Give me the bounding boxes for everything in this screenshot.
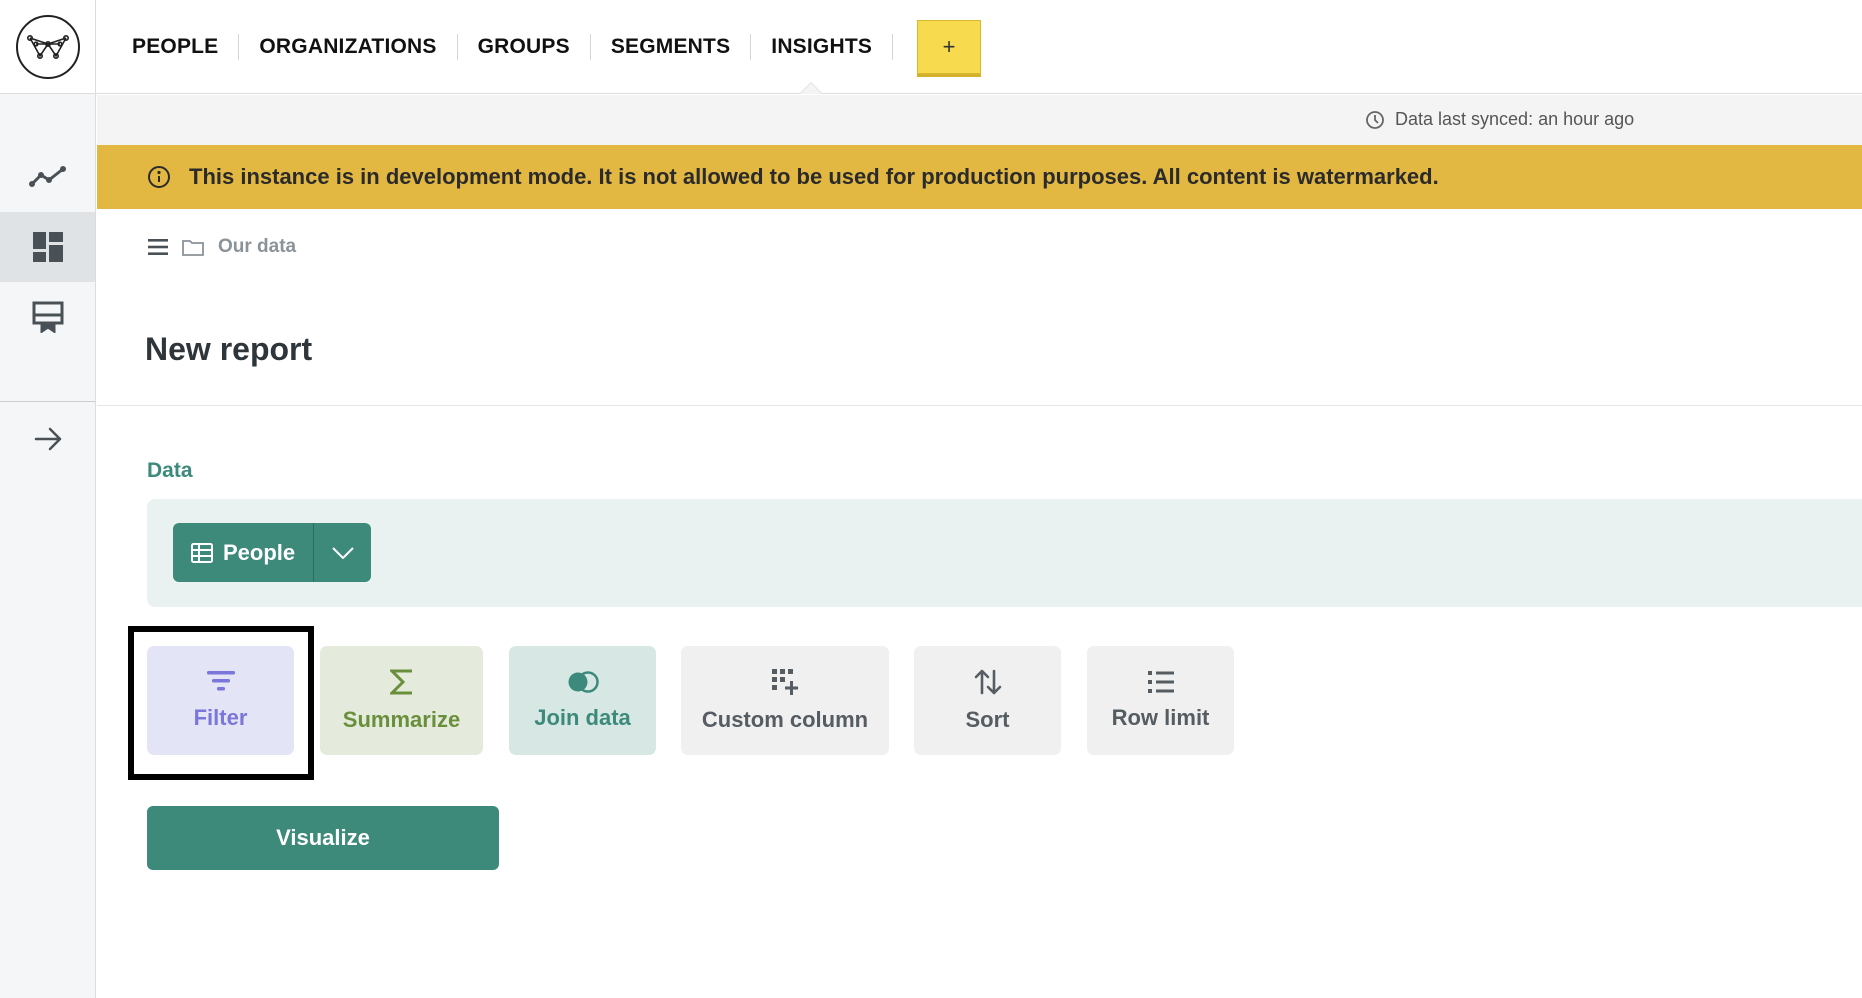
nav-item-insights[interactable]: INSIGHTS	[751, 34, 894, 60]
sidebar-item-dashboards[interactable]	[0, 212, 95, 282]
join-data-button[interactable]: Join data	[509, 646, 656, 755]
top-navigation: PEOPLE ORGANIZATIONS GROUPS SEGMENTS INS…	[0, 0, 1862, 94]
logo-mark	[15, 15, 80, 79]
dashboard-grid-icon	[32, 232, 63, 262]
custom-column-label: Custom column	[701, 706, 869, 732]
custom-column-icon	[772, 668, 798, 695]
summarize-button[interactable]: Summarize	[320, 646, 483, 755]
join-icon	[568, 670, 599, 693]
breadcrumb-folder-link[interactable]: Our data	[218, 236, 296, 258]
trend-line-icon	[28, 166, 66, 187]
data-source-panel: People	[147, 499, 1862, 607]
sigma-icon	[389, 669, 412, 694]
filter-button[interactable]: Filter	[147, 646, 294, 755]
row-limit-label: Row limit	[1111, 704, 1210, 730]
active-nav-indicator	[799, 82, 823, 94]
table-icon	[191, 542, 213, 563]
sort-label: Sort	[965, 706, 1010, 732]
add-button[interactable]: +	[917, 20, 982, 74]
nav-item-organizations[interactable]: ORGANIZATIONS	[239, 34, 458, 60]
sidebar-divider	[0, 401, 95, 402]
join-data-label: Join data	[534, 704, 631, 730]
nav-item-segments[interactable]: SEGMENTS	[591, 34, 752, 60]
table-name: People	[223, 539, 296, 565]
sidebar-item-presentations[interactable]	[0, 282, 95, 352]
filter-icon	[206, 670, 235, 690]
info-icon	[148, 166, 170, 188]
left-sidebar	[0, 94, 96, 998]
sync-status: Data last synced: an hour ago	[1365, 109, 1634, 130]
nav-item-groups[interactable]: GROUPS	[458, 34, 591, 60]
presentation-board-icon	[32, 301, 63, 333]
sort-arrows-icon	[974, 669, 1001, 694]
arrow-right-icon	[34, 427, 61, 451]
title-divider	[97, 405, 1862, 406]
hamburger-menu-icon[interactable]	[148, 239, 168, 255]
breadcrumb: Our data	[148, 236, 296, 258]
table-dropdown-button[interactable]	[313, 523, 371, 582]
sidebar-expand-button[interactable]	[0, 404, 95, 474]
data-section-label: Data	[147, 459, 193, 482]
sidebar-item-trends[interactable]	[0, 142, 95, 212]
dev-mode-message: This instance is in development mode. It…	[189, 164, 1439, 189]
row-limit-button[interactable]: Row limit	[1087, 646, 1234, 755]
table-select-button[interactable]: People	[173, 523, 313, 582]
page-title: New report	[145, 331, 313, 367]
table-picker: People	[173, 523, 372, 582]
sort-button[interactable]: Sort	[914, 646, 1061, 755]
dev-mode-banner: This instance is in development mode. It…	[97, 145, 1862, 209]
custom-column-button[interactable]: Custom column	[681, 646, 889, 755]
nav-item-people[interactable]: PEOPLE	[112, 34, 240, 60]
filter-label: Filter	[193, 704, 248, 730]
list-icon	[1147, 670, 1174, 693]
sync-status-bar: Data last synced: an hour ago	[97, 95, 1862, 145]
chevron-down-icon	[331, 546, 354, 559]
app-logo[interactable]	[0, 0, 96, 94]
clock-icon	[1366, 110, 1384, 129]
main-nav: PEOPLE ORGANIZATIONS GROUPS SEGMENTS INS…	[112, 0, 982, 94]
visualize-button[interactable]: Visualize	[147, 806, 499, 870]
summarize-label: Summarize	[342, 706, 461, 732]
sync-text: Data last synced: an hour ago	[1395, 109, 1635, 129]
folder-icon	[182, 240, 204, 256]
